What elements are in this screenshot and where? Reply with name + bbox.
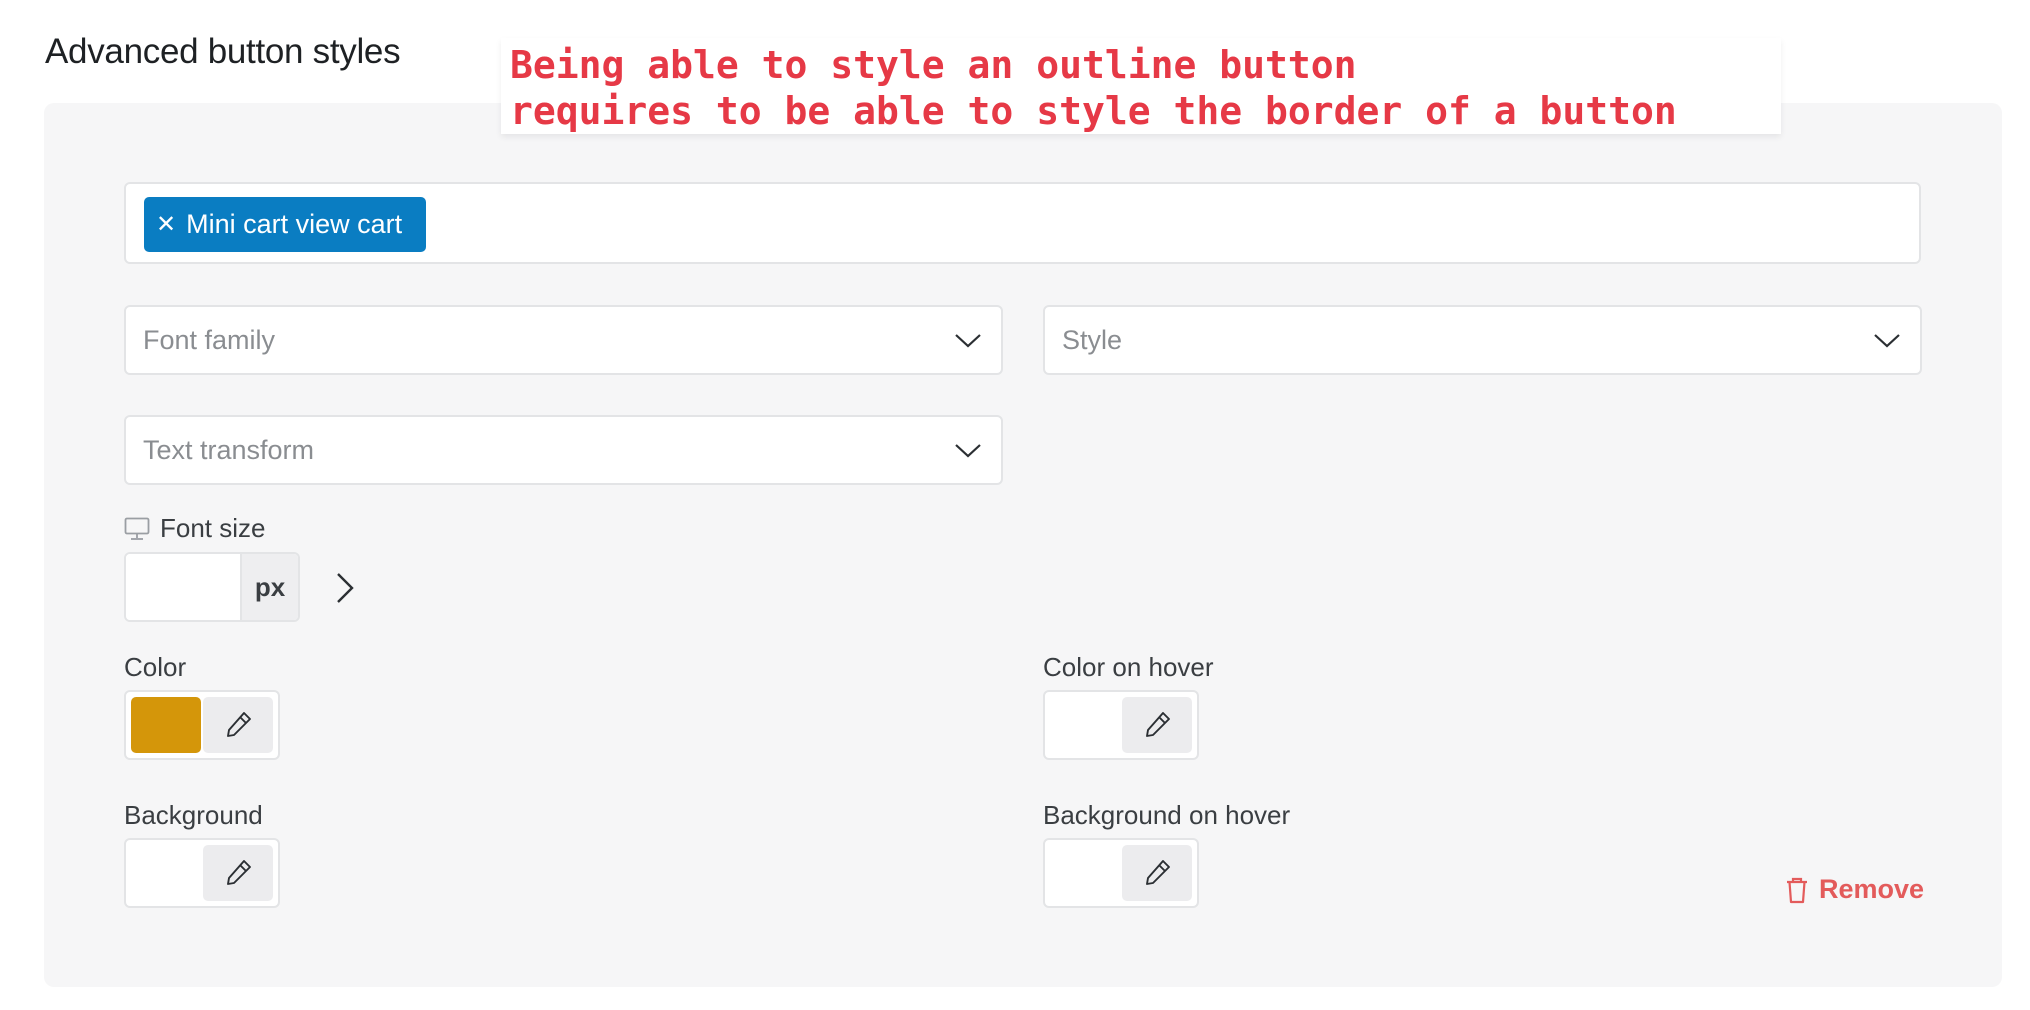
background-picker-button[interactable]: [203, 845, 273, 901]
selected-block-tag[interactable]: ✕ Mini cart view cart: [144, 197, 427, 252]
chevron-down-icon: [955, 334, 981, 348]
font-size-control: px: [124, 552, 300, 622]
background-hover-label: Background on hover: [1043, 800, 1291, 830]
remove-button[interactable]: Remove: [1785, 874, 1924, 905]
text-transform-select[interactable]: Text transform: [124, 415, 1003, 485]
remove-label: Remove: [1819, 874, 1925, 904]
trash-icon: [1787, 877, 1807, 903]
chevron-right-icon[interactable]: [328, 568, 362, 608]
font-family-placeholder: Font family: [143, 324, 276, 355]
eyedropper-icon: [227, 712, 251, 737]
font-size-unit[interactable]: px: [240, 554, 298, 620]
font-size-label-text: Font size: [160, 513, 266, 543]
annotation-line-2: requires to be able to style the border …: [510, 89, 1677, 133]
block-selector-field[interactable]: ✕ Mini cart view cart: [124, 182, 1921, 264]
style-placeholder: Style: [1062, 324, 1123, 355]
color-label: Color: [124, 652, 187, 682]
background-label: Background: [124, 800, 263, 830]
font-size-input[interactable]: [126, 554, 240, 620]
desktop-icon[interactable]: [124, 517, 150, 541]
annotation-note: Being able to style an outline button re…: [501, 38, 1781, 134]
text-transform-placeholder: Text transform: [143, 434, 315, 465]
font-family-select[interactable]: Font family: [124, 305, 1003, 375]
background-hover-picker-button[interactable]: [1122, 845, 1192, 901]
chevron-down-icon: [955, 444, 981, 458]
annotation-line-1: Being able to style an outline button: [510, 43, 1357, 87]
eyedropper-icon: [1146, 712, 1170, 737]
font-size-label: Font size: [124, 513, 266, 544]
eyedropper-icon: [227, 860, 251, 885]
background-hover-control: [1043, 838, 1199, 908]
selected-block-tag-label: Mini cart view cart: [186, 209, 403, 239]
eyedropper-icon: [1146, 860, 1170, 885]
color-hover-control: [1043, 690, 1199, 760]
color-swatch[interactable]: [131, 697, 201, 753]
color-hover-label: Color on hover: [1043, 652, 1214, 682]
chevron-down-icon: [1874, 334, 1900, 348]
color-picker-button[interactable]: [203, 697, 273, 753]
section-title: Advanced button styles: [45, 32, 401, 71]
remove-tag-icon[interactable]: ✕: [156, 210, 176, 239]
color-hover-picker-button[interactable]: [1122, 697, 1192, 753]
color-control: [124, 690, 280, 760]
background-control: [124, 838, 280, 908]
style-select[interactable]: Style: [1043, 305, 1922, 375]
